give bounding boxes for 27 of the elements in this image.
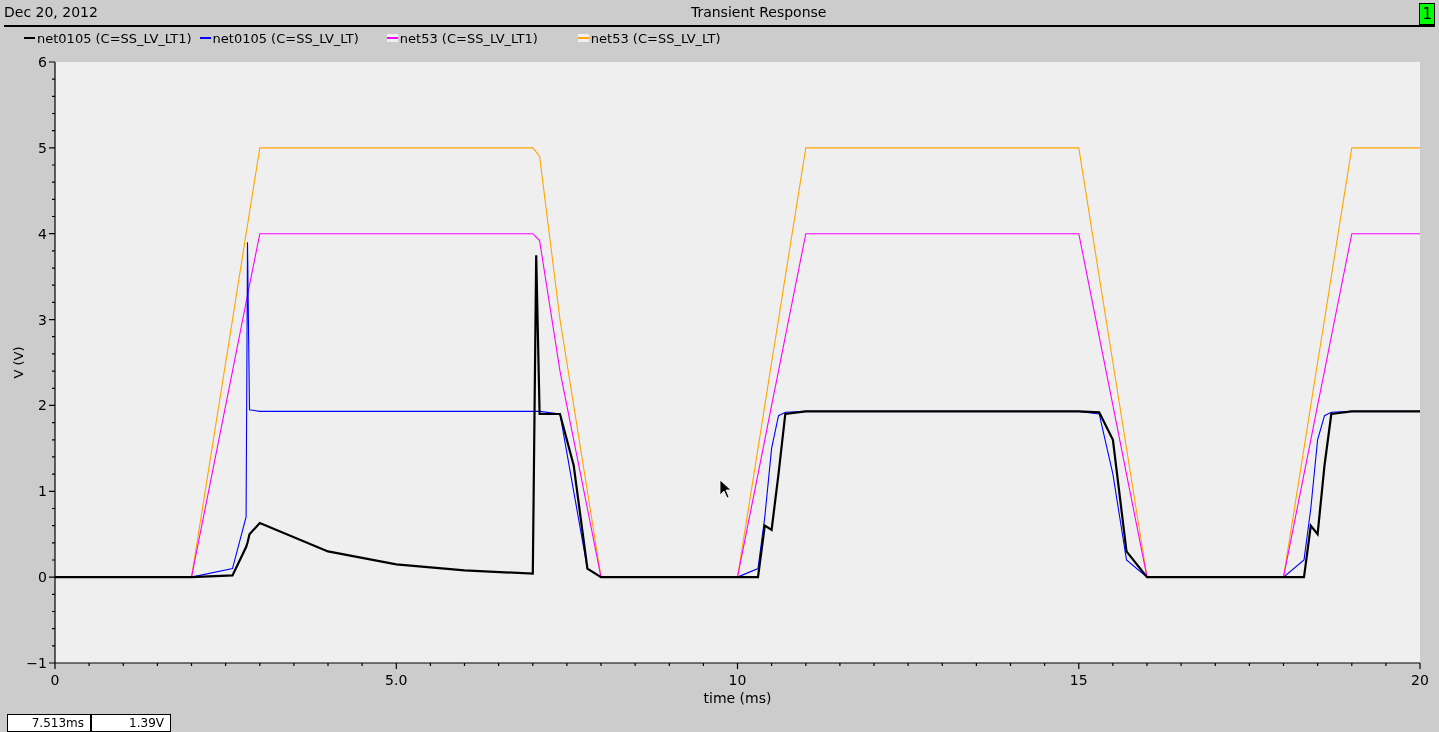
legend-label: net0105 (C=SS_LV_LT1) xyxy=(37,29,192,48)
x-tick-label: 15 xyxy=(1069,672,1088,688)
y-tick-label: 0 xyxy=(38,569,47,586)
legend-swatch xyxy=(577,34,589,43)
x-tick-label: 10 xyxy=(728,672,747,688)
legend-swatch xyxy=(386,34,398,43)
y-tick-label: 3 xyxy=(38,311,47,328)
cursor-icon xyxy=(719,479,732,499)
x-tick-label: 0 xyxy=(50,672,60,688)
date-label: Dec 20, 2012 xyxy=(4,3,98,22)
legend-label: net53 (C=SS_LV_LT) xyxy=(590,29,721,48)
cursor-readout: 1.39V xyxy=(91,714,171,732)
y-tick-label: 2 xyxy=(38,397,47,414)
y-axis-title: V (V) xyxy=(11,346,26,379)
legend-label: net0105 (C=SS_LV_LT) xyxy=(212,29,359,48)
graph-number-tag: 1 xyxy=(1419,3,1435,25)
y-tick-label: 5 xyxy=(38,139,47,156)
legend-label: net53 (C=SS_LV_LT1) xyxy=(399,29,538,48)
x-axis-title: time (ms) xyxy=(703,690,772,706)
y-tick-label: 1 xyxy=(38,483,47,500)
x-tick-label: 5.0 xyxy=(385,672,408,688)
chart-title: Transient Response xyxy=(690,3,827,22)
y-tick-label: 4 xyxy=(38,225,47,242)
y-tick-label: −1 xyxy=(26,655,47,671)
cursor-readout: 7.513ms xyxy=(7,714,91,732)
y-tick-label: 6 xyxy=(38,54,47,70)
x-tick-label: 20 xyxy=(1411,672,1429,688)
